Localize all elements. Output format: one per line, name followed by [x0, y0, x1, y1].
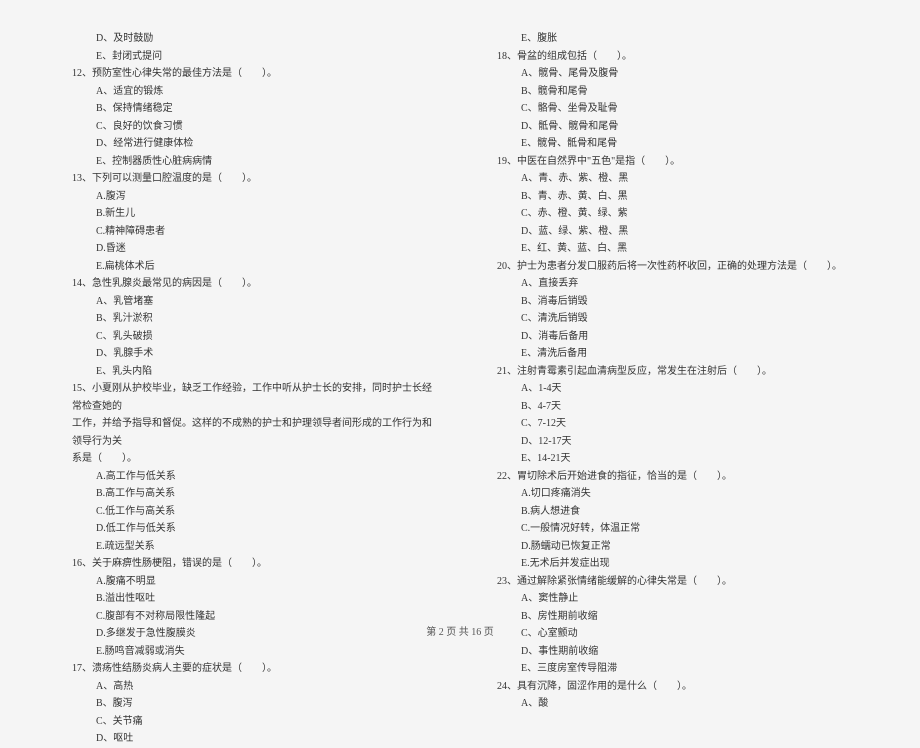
- q16-option-a: A.腹痛不明显: [60, 573, 435, 591]
- q23-option-d: D、事性期前收缩: [485, 643, 860, 661]
- q15-continuation-1: 工作，并给予指导和督促。这样的不成熟的护士和护理领导者间形成的工作行为和领导行为…: [60, 415, 435, 450]
- question-16: 16、关于麻痹性肠梗阻，错误的是（ ）。: [60, 555, 435, 573]
- question-17: 17、溃疡性结肠炎病人主要的症状是（ ）。: [60, 660, 435, 678]
- q12-option-a: A、适宜的锻炼: [60, 83, 435, 101]
- q17-option-b: B、腹泻: [60, 695, 435, 713]
- q23-option-e: E、三度房室传导阻滞: [485, 660, 860, 678]
- q20-option-a: A、直接丢弃: [485, 275, 860, 293]
- q12-option-c: C、良好的饮食习惯: [60, 118, 435, 136]
- q13-option-e: E.扁桃体术后: [60, 258, 435, 276]
- q20-option-e: E、清洗后备用: [485, 345, 860, 363]
- q19-option-a: A、青、赤、紫、橙、黑: [485, 170, 860, 188]
- q16-option-e: E.肠鸣音减弱或消失: [60, 643, 435, 661]
- q18-option-c: C、骼骨、坐骨及耻骨: [485, 100, 860, 118]
- q15-option-d: D.低工作与低关系: [60, 520, 435, 538]
- q12-option-e: E、控制器质性心脏病病情: [60, 153, 435, 171]
- q18-option-d: D、骶骨、髋骨和尾骨: [485, 118, 860, 136]
- q21-option-c: C、7-12天: [485, 415, 860, 433]
- q18-option-e: E、髋骨、骶骨和尾骨: [485, 135, 860, 153]
- q19-option-c: C、赤、橙、黄、绿、紫: [485, 205, 860, 223]
- q21-option-d: D、12-17天: [485, 433, 860, 451]
- question-14: 14、急性乳腺炎最常见的病因是（ ）。: [60, 275, 435, 293]
- q19-option-d: D、蓝、绿、紫、橙、黑: [485, 223, 860, 241]
- q14-option-c: C、乳头破损: [60, 328, 435, 346]
- q22-option-a: A.切口疼痛消失: [485, 485, 860, 503]
- q15-continuation-2: 系是（ ）。: [60, 450, 435, 468]
- q14-option-e: E、乳头内陷: [60, 363, 435, 381]
- question-20: 20、护士为患者分发口服药后将一次性药杯收回，正确的处理方法是（ ）。: [485, 258, 860, 276]
- option-d: D、及时鼓励: [60, 30, 435, 48]
- q21-option-e: E、14-21天: [485, 450, 860, 468]
- q22-option-b: B.病人想进食: [485, 503, 860, 521]
- q13-option-b: B.新生儿: [60, 205, 435, 223]
- q12-option-b: B、保持情绪稳定: [60, 100, 435, 118]
- q15-option-b: B.高工作与高关系: [60, 485, 435, 503]
- question-13: 13、下列可以测量口腔温度的是（ ）。: [60, 170, 435, 188]
- q20-option-c: C、清洗后销毁: [485, 310, 860, 328]
- question-15: 15、小夏刚从护校毕业，缺乏工作经验，工作中听从护士长的安排，同时护士长经常检查…: [60, 380, 435, 415]
- q15-option-c: C.低工作与高关系: [60, 503, 435, 521]
- question-19: 19、中医在自然界中"五色"是指（ ）。: [485, 153, 860, 171]
- q18-option-a: A、髋骨、尾骨及腹骨: [485, 65, 860, 83]
- q15-option-e: E.疏远型关系: [60, 538, 435, 556]
- q16-option-b: B.溢出性呕吐: [60, 590, 435, 608]
- q13-option-c: C.精神障碍患者: [60, 223, 435, 241]
- q18-option-b: B、髋骨和尾骨: [485, 83, 860, 101]
- right-column: E、腹胀 18、骨盆的组成包括（ ）。 A、髋骨、尾骨及腹骨 B、髋骨和尾骨 C…: [485, 30, 860, 748]
- q22-option-e: E.无术后并发症出现: [485, 555, 860, 573]
- q12-option-d: D、经常进行健康体检: [60, 135, 435, 153]
- question-24: 24、具有沉降，固涩作用的是什么（ ）。: [485, 678, 860, 696]
- q21-option-b: B、4-7天: [485, 398, 860, 416]
- page-footer: 第 2 页 共 16 页: [0, 623, 920, 638]
- q22-option-c: C.一般情况好转，体温正常: [485, 520, 860, 538]
- q22-option-d: D.肠蠕动已恢复正常: [485, 538, 860, 556]
- q14-option-a: A、乳管堵塞: [60, 293, 435, 311]
- q21-option-a: A、1-4天: [485, 380, 860, 398]
- question-12: 12、预防室性心律失常的最佳方法是（ ）。: [60, 65, 435, 83]
- question-21: 21、注射青霉素引起血清病型反应，常发生在注射后（ ）。: [485, 363, 860, 381]
- q23-option-a: A、窦性静止: [485, 590, 860, 608]
- q17-option-e: E、腹胀: [485, 30, 860, 48]
- option-e: E、封闭式提问: [60, 48, 435, 66]
- q15-option-a: A.高工作与低关系: [60, 468, 435, 486]
- q19-option-b: B、青、赤、黄、白、黑: [485, 188, 860, 206]
- q14-option-b: B、乳汁淤积: [60, 310, 435, 328]
- q13-option-a: A.腹泻: [60, 188, 435, 206]
- q24-option-a: A、酸: [485, 695, 860, 713]
- q13-option-d: D.昏迷: [60, 240, 435, 258]
- q20-option-b: B、消毒后销毁: [485, 293, 860, 311]
- q19-option-e: E、红、黄、蓝、白、黑: [485, 240, 860, 258]
- question-23: 23、通过解除紧张情绪能缓解的心律失常是（ ）。: [485, 573, 860, 591]
- question-18: 18、骨盆的组成包括（ ）。: [485, 48, 860, 66]
- question-22: 22、胃切除术后开始进食的指征，恰当的是（ ）。: [485, 468, 860, 486]
- q17-option-a: A、高热: [60, 678, 435, 696]
- q17-option-d: D、呕吐: [60, 730, 435, 748]
- left-column: D、及时鼓励 E、封闭式提问 12、预防室性心律失常的最佳方法是（ ）。 A、适…: [60, 30, 435, 748]
- q20-option-d: D、消毒后备用: [485, 328, 860, 346]
- q17-option-c: C、关节痛: [60, 713, 435, 731]
- q14-option-d: D、乳腺手术: [60, 345, 435, 363]
